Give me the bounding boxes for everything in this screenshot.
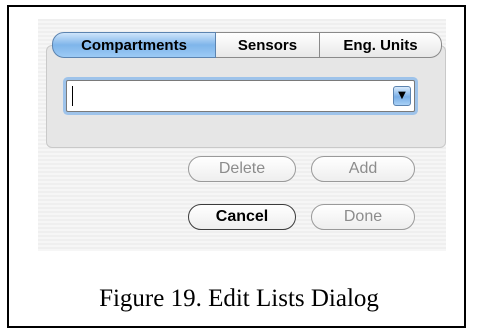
cancel-button[interactable]: Cancel [188, 204, 296, 230]
figure-caption: Figure 19. Edit Lists Dialog [99, 285, 379, 312]
add-button[interactable]: Add [311, 156, 415, 182]
tab-compartments[interactable]: Compartments [52, 32, 216, 58]
list-combo-box[interactable]: ▼ [66, 80, 415, 112]
chevron-down-icon: ▼ [398, 90, 406, 101]
combo-dropdown-button[interactable]: ▼ [393, 86, 411, 106]
tab-bar: Compartments Sensors Eng. Units [52, 32, 442, 58]
delete-button[interactable]: Delete [188, 156, 296, 182]
done-button[interactable]: Done [311, 204, 415, 230]
tab-sensors[interactable]: Sensors [216, 32, 320, 58]
list-combo-input[interactable] [71, 85, 391, 107]
text-caret [72, 86, 73, 106]
tab-eng-units[interactable]: Eng. Units [320, 32, 442, 58]
